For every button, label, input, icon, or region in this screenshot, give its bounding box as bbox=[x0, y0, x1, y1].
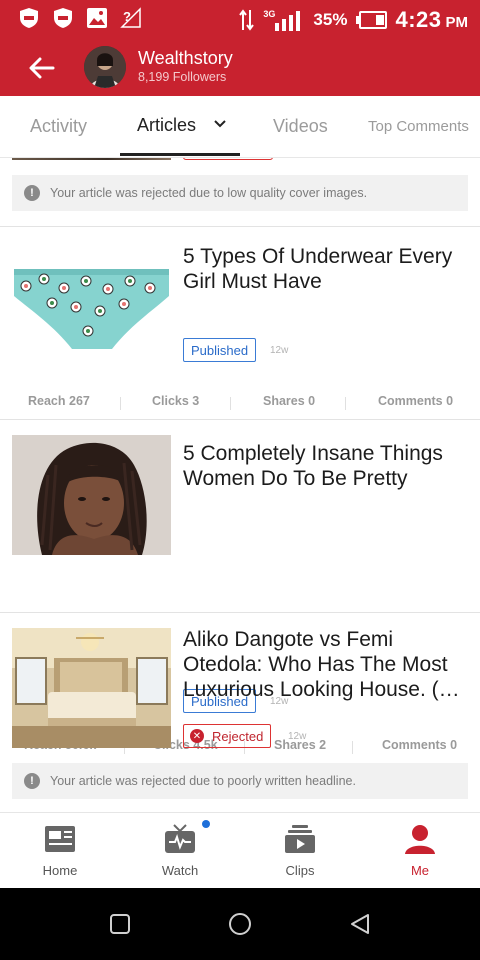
stat-comments: Comments 0 bbox=[378, 394, 454, 408]
nav-watch[interactable]: Watch bbox=[120, 813, 240, 889]
status-bar: ? 3G 35% 4:23 PM bbox=[0, 0, 480, 40]
rejection-notice: ! Your article was rejected due to low q… bbox=[12, 175, 468, 211]
clock-suffix: PM bbox=[445, 13, 469, 31]
no-signal-icon: ? bbox=[120, 7, 141, 28]
nav-label: Me bbox=[410, 863, 430, 878]
network-type-label: 3G bbox=[263, 9, 276, 19]
rejection-notice-text: Your article was rejected due to poorly … bbox=[50, 774, 356, 788]
article-age: 12w bbox=[270, 345, 289, 356]
app-header: Wealthstory 8,199 Followers bbox=[0, 40, 480, 96]
divider bbox=[345, 397, 346, 410]
notification-dot bbox=[202, 820, 210, 828]
article-stats: Reach 267 Clicks 3 Shares 0 Comments 0 bbox=[0, 394, 480, 414]
divider bbox=[0, 419, 480, 420]
underwear-image bbox=[12, 241, 171, 361]
portrait-image bbox=[12, 435, 171, 555]
tab-activity[interactable]: Activity bbox=[30, 116, 87, 137]
follower-count: 8,199 Followers bbox=[138, 70, 227, 84]
back-triangle-icon[interactable] bbox=[348, 912, 372, 936]
article-thumbnail[interactable] bbox=[12, 241, 171, 361]
info-icon: ! bbox=[24, 773, 40, 789]
rejection-notice: ! Your article was rejected due to poorl… bbox=[12, 763, 468, 799]
stat-reach: Reach 267 bbox=[28, 394, 90, 408]
nav-label: Watch bbox=[161, 863, 199, 878]
battery-percent: 35% bbox=[313, 10, 348, 29]
divider bbox=[230, 397, 231, 410]
nav-clips[interactable]: Clips bbox=[240, 813, 360, 889]
article-thumbnail[interactable] bbox=[12, 435, 171, 555]
stat-clicks: Clicks 3 bbox=[152, 394, 200, 408]
tab-videos[interactable]: Videos bbox=[273, 116, 328, 137]
person-icon bbox=[405, 825, 435, 854]
divider bbox=[352, 741, 353, 754]
shield-icon bbox=[20, 8, 38, 28]
article-thumbnail[interactable] bbox=[12, 628, 171, 748]
article-feed[interactable]: ! Your article was rejected due to low q… bbox=[0, 158, 480, 812]
svg-text:?: ? bbox=[123, 9, 131, 24]
article-title[interactable]: Aliko Dangote vs Femi Otedola: Who Has T… bbox=[183, 627, 473, 702]
image-icon bbox=[87, 8, 107, 28]
nav-me[interactable]: Me bbox=[360, 813, 480, 889]
close-icon: ✕ bbox=[190, 729, 204, 743]
system-navigation-bar bbox=[0, 888, 480, 960]
avatar-image bbox=[84, 46, 126, 88]
rejection-notice-text: Your article was rejected due to low qua… bbox=[50, 186, 368, 200]
data-arrows-icon bbox=[239, 9, 255, 31]
divider bbox=[0, 226, 480, 227]
article-title[interactable]: 5 Types Of Underwear Every Girl Must Hav… bbox=[183, 244, 473, 294]
tab-top-comments[interactable]: Top Comments bbox=[368, 118, 469, 135]
stat-comments: Comments 0 bbox=[382, 738, 458, 752]
tv-icon bbox=[165, 824, 195, 853]
nav-home[interactable]: Home bbox=[0, 813, 120, 889]
clock-time: 4:23 bbox=[395, 7, 442, 32]
article-age: 12w bbox=[288, 731, 307, 742]
status-badge: ✕ Rejected bbox=[183, 724, 272, 748]
status-badge-label: Rejected bbox=[212, 728, 264, 744]
article-thumbnail[interactable] bbox=[12, 158, 171, 160]
avatar[interactable] bbox=[84, 46, 126, 88]
divider bbox=[120, 397, 121, 410]
article-title[interactable]: 5 Completely Insane Things Women Do To B… bbox=[183, 441, 473, 491]
status-badge: Published bbox=[183, 338, 257, 362]
back-button[interactable] bbox=[22, 50, 62, 86]
home-circle-icon[interactable] bbox=[228, 912, 252, 936]
tab-bar: Activity Articles Videos Top Comments bbox=[0, 96, 480, 158]
active-tab-indicator bbox=[120, 153, 240, 156]
battery-icon bbox=[356, 11, 388, 29]
channel-name: Wealthstory bbox=[138, 48, 233, 68]
divider bbox=[0, 612, 480, 613]
chevron-down-icon[interactable] bbox=[213, 117, 227, 131]
nav-label: Clips bbox=[285, 863, 315, 878]
shield-icon bbox=[54, 8, 72, 28]
arrow-left-icon bbox=[29, 57, 55, 79]
status-badge bbox=[183, 158, 273, 160]
bottom-navigation: Home Watch Clips Me bbox=[0, 812, 480, 888]
tab-articles[interactable]: Articles bbox=[137, 115, 196, 136]
nav-label: Home bbox=[42, 863, 78, 878]
stat-shares: Shares 0 bbox=[263, 394, 316, 408]
signal-icon bbox=[275, 11, 301, 31]
clips-icon bbox=[285, 825, 315, 853]
recent-apps-icon[interactable] bbox=[108, 912, 132, 936]
news-icon bbox=[45, 826, 75, 852]
info-icon: ! bbox=[24, 185, 40, 201]
bedroom-image bbox=[12, 628, 171, 748]
